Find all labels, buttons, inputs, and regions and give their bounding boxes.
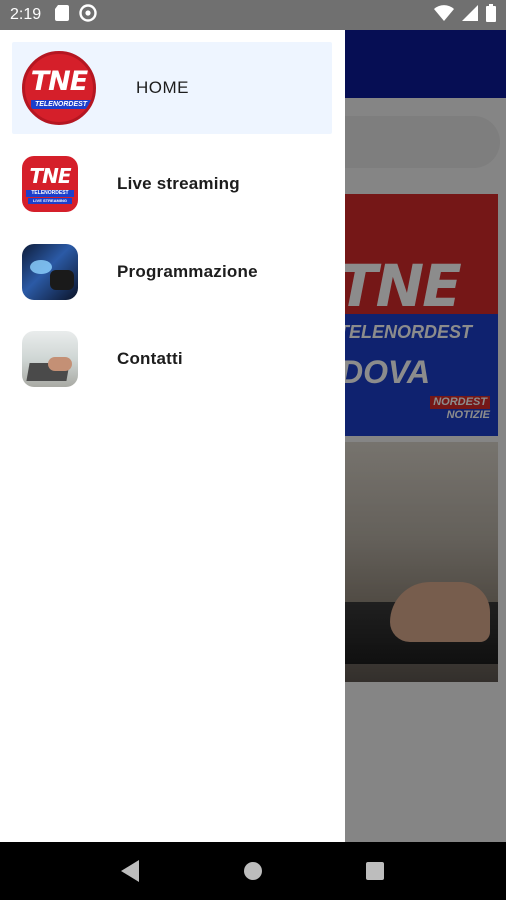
- drawer-item-label: Live streaming: [117, 174, 240, 193]
- navigation-drawer: TNE TELENORDEST HOME TNE TELENORDEST LIV…: [0, 30, 345, 842]
- tile-live-sub2: LIVE STREAMING: [28, 198, 72, 204]
- drawer-item-contatti[interactable]: Contatti: [12, 313, 332, 405]
- tile-contact-hand: [48, 357, 72, 371]
- drawer-item-live-streaming[interactable]: TNE TELENORDEST LIVE STREAMING Live stre…: [12, 138, 332, 230]
- tile-live-text: TNE: [29, 164, 71, 188]
- sd-card-icon: [55, 4, 70, 26]
- gamepad-icon: [22, 244, 78, 300]
- tne-live-streaming-icon: TNE TELENORDEST LIVE STREAMING: [22, 156, 78, 212]
- tne-logo-text: TNE: [30, 66, 88, 97]
- sync-icon: [79, 3, 97, 27]
- laptop-contact-icon: [22, 331, 78, 387]
- tne-logo-sub: TELENORDEST: [31, 100, 91, 109]
- drawer-item-label: Programmazione: [117, 262, 258, 281]
- drawer-item-label: HOME: [136, 78, 189, 97]
- status-bar: 2:19: [0, 0, 506, 30]
- recents-square-icon: [366, 862, 384, 880]
- recents-button[interactable]: [355, 851, 395, 891]
- back-triangle-icon: [121, 860, 139, 882]
- battery-icon: [486, 3, 496, 27]
- home-button[interactable]: [233, 851, 273, 891]
- back-button[interactable]: [111, 851, 151, 891]
- status-time: 2:19: [10, 6, 42, 23]
- drawer-item-home[interactable]: TNE TELENORDEST HOME: [12, 42, 332, 134]
- home-circle-icon: [244, 862, 262, 880]
- drawer-item-programmazione[interactable]: Programmazione: [12, 226, 332, 318]
- drawer-item-label: Contatti: [117, 349, 183, 368]
- tne-logo-icon: TNE TELENORDEST: [22, 51, 96, 125]
- tile-prog-glow: [30, 260, 52, 274]
- tile-prog-pad: [50, 270, 74, 290]
- system-nav-bar: [0, 842, 506, 900]
- signal-icon: [462, 4, 478, 26]
- wifi-icon: [434, 4, 454, 26]
- tile-live-sub: TELENORDEST: [26, 190, 74, 197]
